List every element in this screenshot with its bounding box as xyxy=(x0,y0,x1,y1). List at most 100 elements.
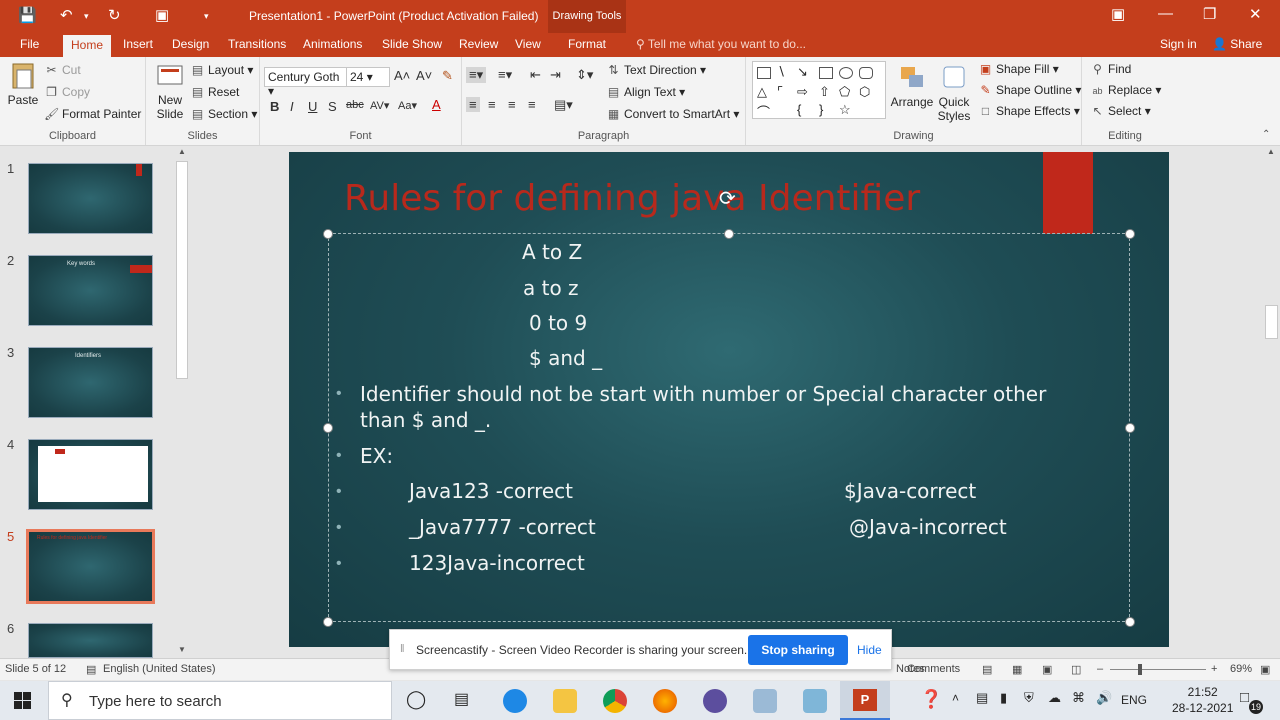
tab-format[interactable]: Format xyxy=(568,37,606,51)
triangle-shape-icon[interactable]: △ xyxy=(757,84,767,100)
resize-handle[interactable] xyxy=(1125,617,1135,627)
volume-icon[interactable]: 🔊 xyxy=(1096,690,1112,706)
hide-banner-button[interactable]: Hide xyxy=(857,643,882,657)
font-name-combo[interactable]: Century Goth ▾ xyxy=(264,67,348,98)
align-text-button[interactable]: ▤ Align Text ▾ xyxy=(606,85,685,99)
pentagon-shape-icon[interactable]: ⬠ xyxy=(839,84,850,100)
sign-in-link[interactable]: Sign in xyxy=(1160,37,1197,51)
tab-review[interactable]: Review xyxy=(459,37,498,51)
tab-file[interactable]: File xyxy=(20,37,39,51)
align-right-icon[interactable]: ≡ xyxy=(508,97,516,112)
reset-button[interactable]: ▤ Reset xyxy=(190,85,240,99)
decrease-font-icon[interactable]: A˅ xyxy=(416,68,432,83)
resize-handle[interactable] xyxy=(724,229,734,239)
zoom-slider[interactable] xyxy=(1110,669,1206,670)
resize-handle[interactable] xyxy=(323,423,333,433)
change-case-icon[interactable]: Aa▾ xyxy=(398,99,417,112)
spellcheck-icon[interactable]: ▤ xyxy=(86,663,96,676)
arrange-button[interactable]: Arrange xyxy=(890,63,934,109)
align-left-icon[interactable]: ≡ xyxy=(466,97,480,112)
help-icon[interactable]: ❓ xyxy=(920,689,942,710)
copy-button[interactable]: ❐ Copy xyxy=(44,85,90,99)
line-spacing-icon[interactable]: ⇕▾ xyxy=(576,67,593,83)
thumbnail-scroll-thumb[interactable] xyxy=(176,161,188,379)
slide-thumbnail-1[interactable] xyxy=(28,163,153,234)
tab-home[interactable]: Home xyxy=(63,35,112,57)
numbering-icon[interactable]: ≡▾ xyxy=(498,67,512,83)
brace-shape-icon[interactable]: { xyxy=(797,102,801,117)
curve-shape-icon[interactable]: ⌒ xyxy=(757,102,770,121)
select-button[interactable]: ↖ Select ▾ xyxy=(1090,104,1150,118)
tab-transitions[interactable]: Transitions xyxy=(228,37,286,51)
undo-dropdown-icon[interactable]: ▾ xyxy=(84,11,89,22)
zoom-slider-thumb[interactable] xyxy=(1138,664,1142,675)
clear-formatting-icon[interactable]: ✎ xyxy=(442,68,453,84)
columns-icon[interactable]: ▤▾ xyxy=(554,97,573,113)
security-icon[interactable]: ⛨ xyxy=(1024,690,1034,706)
convert-smartart-button[interactable]: ▦ Convert to SmartArt ▾ xyxy=(606,107,740,121)
task-view-icon[interactable]: ▤ xyxy=(454,689,469,709)
cloud-icon[interactable]: ☁ xyxy=(1048,690,1061,706)
text-direction-button[interactable]: ⇅ Text Direction ▾ xyxy=(606,63,706,77)
up-arrow-shape-icon[interactable]: ⇧ xyxy=(819,84,830,100)
bold-icon[interactable]: B xyxy=(270,99,279,114)
resize-handle[interactable] xyxy=(1125,423,1135,433)
tab-view[interactable]: View xyxy=(515,37,541,51)
paste-button[interactable]: Paste xyxy=(6,61,40,107)
present-icon[interactable]: ▣ xyxy=(155,6,169,24)
cortana-icon[interactable]: ◯ xyxy=(406,689,426,710)
slide-sorter-icon[interactable]: ▦ xyxy=(1012,663,1022,676)
tab-design[interactable]: Design xyxy=(172,37,209,51)
scroll-down-icon[interactable]: ▼ xyxy=(178,645,186,654)
replace-button[interactable]: ab Replace ▾ xyxy=(1090,83,1161,97)
bullets-icon[interactable]: ≡▾ xyxy=(466,67,487,83)
cut-button[interactable]: ✂ Cut xyxy=(44,63,80,77)
app-icon[interactable] xyxy=(703,689,727,713)
star-shape-icon[interactable]: ☆ xyxy=(839,102,851,118)
slide-title[interactable]: Rules for defining java Identifier xyxy=(344,178,920,219)
italic-icon[interactable]: I xyxy=(290,99,294,114)
minimize-icon[interactable]: — xyxy=(1158,5,1173,22)
right-arrow-shape-icon[interactable]: ⇨ xyxy=(797,84,808,100)
shape-effects-button[interactable]: □ Shape Effects ▾ xyxy=(978,104,1080,118)
battery-icon[interactable]: ▮ xyxy=(1000,690,1007,706)
rectangle-shape-icon[interactable] xyxy=(819,67,833,79)
find-button[interactable]: ⚲ Find xyxy=(1090,62,1131,76)
rotate-handle-icon[interactable]: ⟳ xyxy=(719,186,736,211)
character-spacing-icon[interactable]: AV▾ xyxy=(370,99,389,112)
slide-thumbnail-6[interactable] xyxy=(28,623,153,658)
zoom-in-icon[interactable]: + xyxy=(1211,663,1217,675)
resize-handle[interactable] xyxy=(323,617,333,627)
zoom-out-icon[interactable]: – xyxy=(1097,663,1103,675)
text-placeholder-selection[interactable] xyxy=(328,233,1130,622)
tab-insert[interactable]: Insert xyxy=(123,37,153,51)
line-shape-icon[interactable]: ∖ xyxy=(777,64,785,80)
new-slide-button[interactable]: New Slide xyxy=(150,61,190,121)
tab-animations[interactable]: Animations xyxy=(303,37,362,51)
shape-fill-button[interactable]: ▣ Shape Fill ▾ xyxy=(978,62,1059,76)
language-status[interactable]: English (United States) xyxy=(103,663,216,675)
taskbar-search-box[interactable]: ⚲ Type here to search xyxy=(48,681,392,720)
decrease-indent-icon[interactable]: ⇤ xyxy=(530,67,541,83)
stop-sharing-button[interactable]: Stop sharing xyxy=(748,635,848,665)
ribbon-display-icon[interactable]: ▣ xyxy=(1111,5,1125,23)
save-icon[interactable]: 💾 xyxy=(18,6,37,24)
restore-icon[interactable]: ❐ xyxy=(1203,5,1216,23)
undo-icon[interactable]: ↶ xyxy=(60,6,73,24)
font-size-combo[interactable]: 24 ▾ xyxy=(346,67,390,87)
drag-handle-icon[interactable]: ‖ xyxy=(400,643,405,655)
slide-thumbnail-2[interactable]: Key words xyxy=(28,255,153,326)
wifi-icon[interactable]: ⌘ xyxy=(1072,690,1085,706)
resize-handle[interactable] xyxy=(1125,229,1135,239)
increase-indent-icon[interactable]: ⇥ xyxy=(550,67,561,83)
slideshow-view-icon[interactable]: ◫ xyxy=(1071,663,1081,676)
scroll-up-icon[interactable]: ▲ xyxy=(1267,147,1275,156)
tab-slide-show[interactable]: Slide Show xyxy=(382,37,442,51)
app-icon[interactable] xyxy=(803,689,827,713)
slide-thumbnail-4[interactable] xyxy=(28,439,153,510)
thumbnail-scrollbar[interactable]: ▲ ▼ xyxy=(174,147,190,658)
windows-start-icon[interactable] xyxy=(14,692,31,709)
underline-icon[interactable]: U xyxy=(308,99,317,114)
customize-quick-access-icon[interactable]: ▾ xyxy=(204,11,209,22)
shape-outline-button[interactable]: ✎ Shape Outline ▾ xyxy=(978,83,1081,97)
